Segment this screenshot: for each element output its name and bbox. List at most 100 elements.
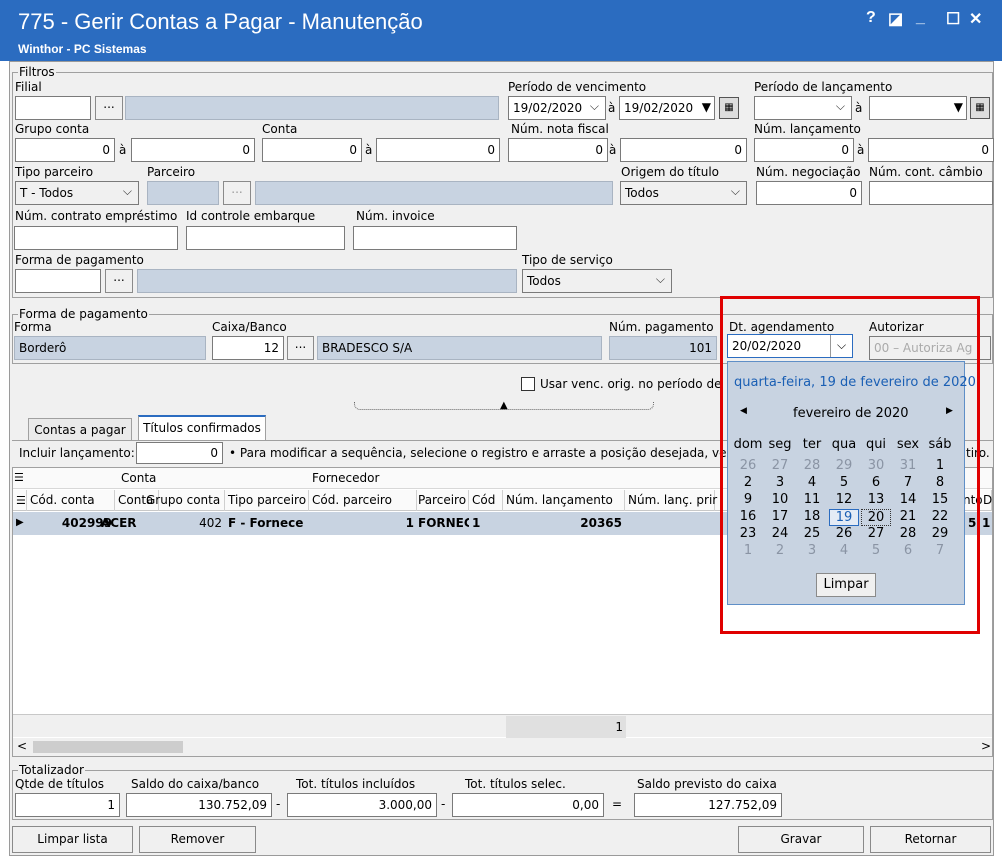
splitter-up-icon[interactable]: ▲ xyxy=(500,400,508,411)
col-cod-parceiro[interactable]: Cód. parceiro xyxy=(309,490,417,511)
maximize-icon[interactable]: ☐ xyxy=(946,9,960,29)
nf-label: Núm. nota fiscal xyxy=(511,122,609,136)
cell-cod: 1 xyxy=(472,516,481,530)
col-num-lancamento[interactable]: Núm. lançamento xyxy=(503,490,625,511)
dropdown-arrow-icon[interactable]: ▼ xyxy=(702,100,711,114)
scroll-thumb[interactable] xyxy=(33,741,183,753)
forma-pag-search-button[interactable]: ... xyxy=(105,269,133,293)
tab-contas-a-pagar[interactable]: Contas a pagar xyxy=(28,418,132,440)
row-indicator-icon: ▶ xyxy=(16,517,24,528)
parceiro-code xyxy=(147,181,219,205)
negociacao-label: Núm. negociação xyxy=(756,165,861,179)
cell-conta: ACER xyxy=(101,516,137,530)
parceiro-search-button[interactable]: ... xyxy=(223,181,251,205)
filtros-title: Filtros xyxy=(18,65,56,79)
emprestimo-label: Núm. contrato empréstimo xyxy=(15,209,178,223)
filial-input[interactable] xyxy=(15,96,91,120)
cell-tail-2: 1 xyxy=(982,516,991,530)
venc-ate-date[interactable]: 19/02/2020 ▼ xyxy=(619,96,715,120)
col-tipo-parceiro[interactable]: Tipo parceiro xyxy=(225,490,309,511)
minus-sign: - xyxy=(276,797,281,811)
col-parceiro[interactable]: Parceiro xyxy=(415,490,469,511)
lanc-label: Período de lançamento xyxy=(754,80,893,94)
scroll-left-icon[interactable]: < xyxy=(17,739,27,753)
window-title: 775 - Gerir Contas a Pagar - Manutenção xyxy=(18,9,423,34)
nf-ate-input[interactable]: 0 xyxy=(620,138,747,162)
filial-label: Filial xyxy=(15,80,42,94)
origem-select[interactable]: Todos xyxy=(620,181,747,205)
conta-de-input[interactable]: 0 xyxy=(262,138,362,162)
ate-label: à xyxy=(855,101,863,115)
tipo-parceiro-select[interactable]: T - Todos xyxy=(15,181,139,205)
help-icon[interactable]: ? xyxy=(866,9,876,27)
equals-sign: = xyxy=(612,797,623,811)
emprestimo-input[interactable] xyxy=(14,226,178,250)
minimize-icon[interactable]: _ xyxy=(916,9,925,27)
lanc-de-date[interactable] xyxy=(754,96,852,120)
retornar-button[interactable]: Retornar xyxy=(870,826,991,853)
group-fornecedor-label: Fornecedor xyxy=(312,471,380,485)
grupo-ate-input[interactable]: 0 xyxy=(131,138,255,162)
forma-pag-desc xyxy=(137,269,517,293)
title-bar: 775 - Gerir Contas a Pagar - Manutenção … xyxy=(0,0,1002,61)
cell-grupo-conta: 402 xyxy=(199,516,222,530)
limpar-lista-button[interactable]: Limpar lista xyxy=(12,826,133,853)
scroll-right-icon[interactable]: > xyxy=(981,739,991,753)
negociacao-input[interactable]: 0 xyxy=(756,181,862,205)
highlight-box xyxy=(720,296,980,634)
conta-ate-input[interactable]: 0 xyxy=(376,138,500,162)
cell-parceiro: FORNEC xyxy=(418,516,469,530)
group-conta-label: Conta xyxy=(121,471,157,485)
close-icon[interactable]: ✕ xyxy=(969,9,982,29)
tab-titulos-confirmados[interactable]: Títulos confirmados xyxy=(138,415,266,440)
numlanc-ate-input[interactable]: 0 xyxy=(868,138,994,162)
invoice-input[interactable] xyxy=(353,226,517,250)
grid-menu-icon[interactable]: ☰ xyxy=(13,490,27,511)
forma-value: Borderô xyxy=(14,336,206,360)
servico-select[interactable]: Todos xyxy=(522,269,672,293)
caixa-input[interactable]: 12 xyxy=(212,336,284,360)
col-num-lanc-prin[interactable]: Núm. lanç. prir xyxy=(625,490,717,511)
calendar-icon[interactable]: ▦ xyxy=(719,97,739,119)
servico-label: Tipo de serviço xyxy=(522,253,613,267)
caixa-search-button[interactable]: ... xyxy=(287,336,314,360)
forma-label: Forma xyxy=(14,320,52,334)
incluir-input[interactable]: 0 xyxy=(136,442,223,464)
ate-label: à xyxy=(608,101,616,115)
cell-cod-parceiro: 1 xyxy=(405,516,414,530)
cambio-label: Núm. cont. câmbio xyxy=(869,165,983,179)
grid-menu-icon[interactable]: ☰ xyxy=(14,471,24,484)
venc-de-date[interactable]: 19/02/2020 xyxy=(508,96,606,120)
venc-label: Período de vencimento xyxy=(508,80,647,94)
forma-pag-input[interactable] xyxy=(15,269,101,293)
selec-label: Tot. títulos selec. xyxy=(465,777,566,791)
lanc-ate-date[interactable]: ▼ xyxy=(869,96,967,120)
col-grupo-conta[interactable]: Grupo conta xyxy=(143,490,225,511)
incluir-label: Incluir lançamento: xyxy=(19,446,135,460)
col-cod[interactable]: Cód xyxy=(469,490,503,511)
numlanc-de-input[interactable]: 0 xyxy=(754,138,854,162)
horizontal-scrollbar[interactable]: < > xyxy=(13,738,992,756)
ate-label: à xyxy=(119,143,127,157)
numpag-label: Núm. pagamento xyxy=(609,320,714,334)
usar-venc-checkbox[interactable] xyxy=(521,377,535,391)
numlanc-label: Núm. lançamento xyxy=(754,122,861,136)
cell-num-lancamento: 20365 xyxy=(580,516,622,530)
dropdown-arrow-icon[interactable]: ▼ xyxy=(954,100,963,114)
col-tail-2[interactable]: D xyxy=(980,490,992,511)
grupo-de-input[interactable]: 0 xyxy=(15,138,115,162)
remover-button[interactable]: Remover xyxy=(139,826,256,853)
col-cod-conta[interactable]: Cód. conta xyxy=(27,490,115,511)
hint-text: • Para modificar a sequência, selecione … xyxy=(229,446,727,460)
prev-label: Saldo previsto do caixa xyxy=(637,777,777,791)
nf-de-input[interactable]: 0 xyxy=(508,138,608,162)
filial-search-button[interactable]: ... xyxy=(95,96,123,120)
restore-icon[interactable]: ◪ xyxy=(888,9,903,29)
cambio-input[interactable] xyxy=(869,181,993,205)
qtde-label: Qtde de títulos xyxy=(15,777,105,791)
minus-sign: - xyxy=(441,797,446,811)
gravar-button[interactable]: Gravar xyxy=(738,826,864,853)
prev-value: 127.752,09 xyxy=(634,793,782,817)
embarque-input[interactable] xyxy=(186,226,345,250)
calendar-icon[interactable]: ▦ xyxy=(970,97,990,119)
